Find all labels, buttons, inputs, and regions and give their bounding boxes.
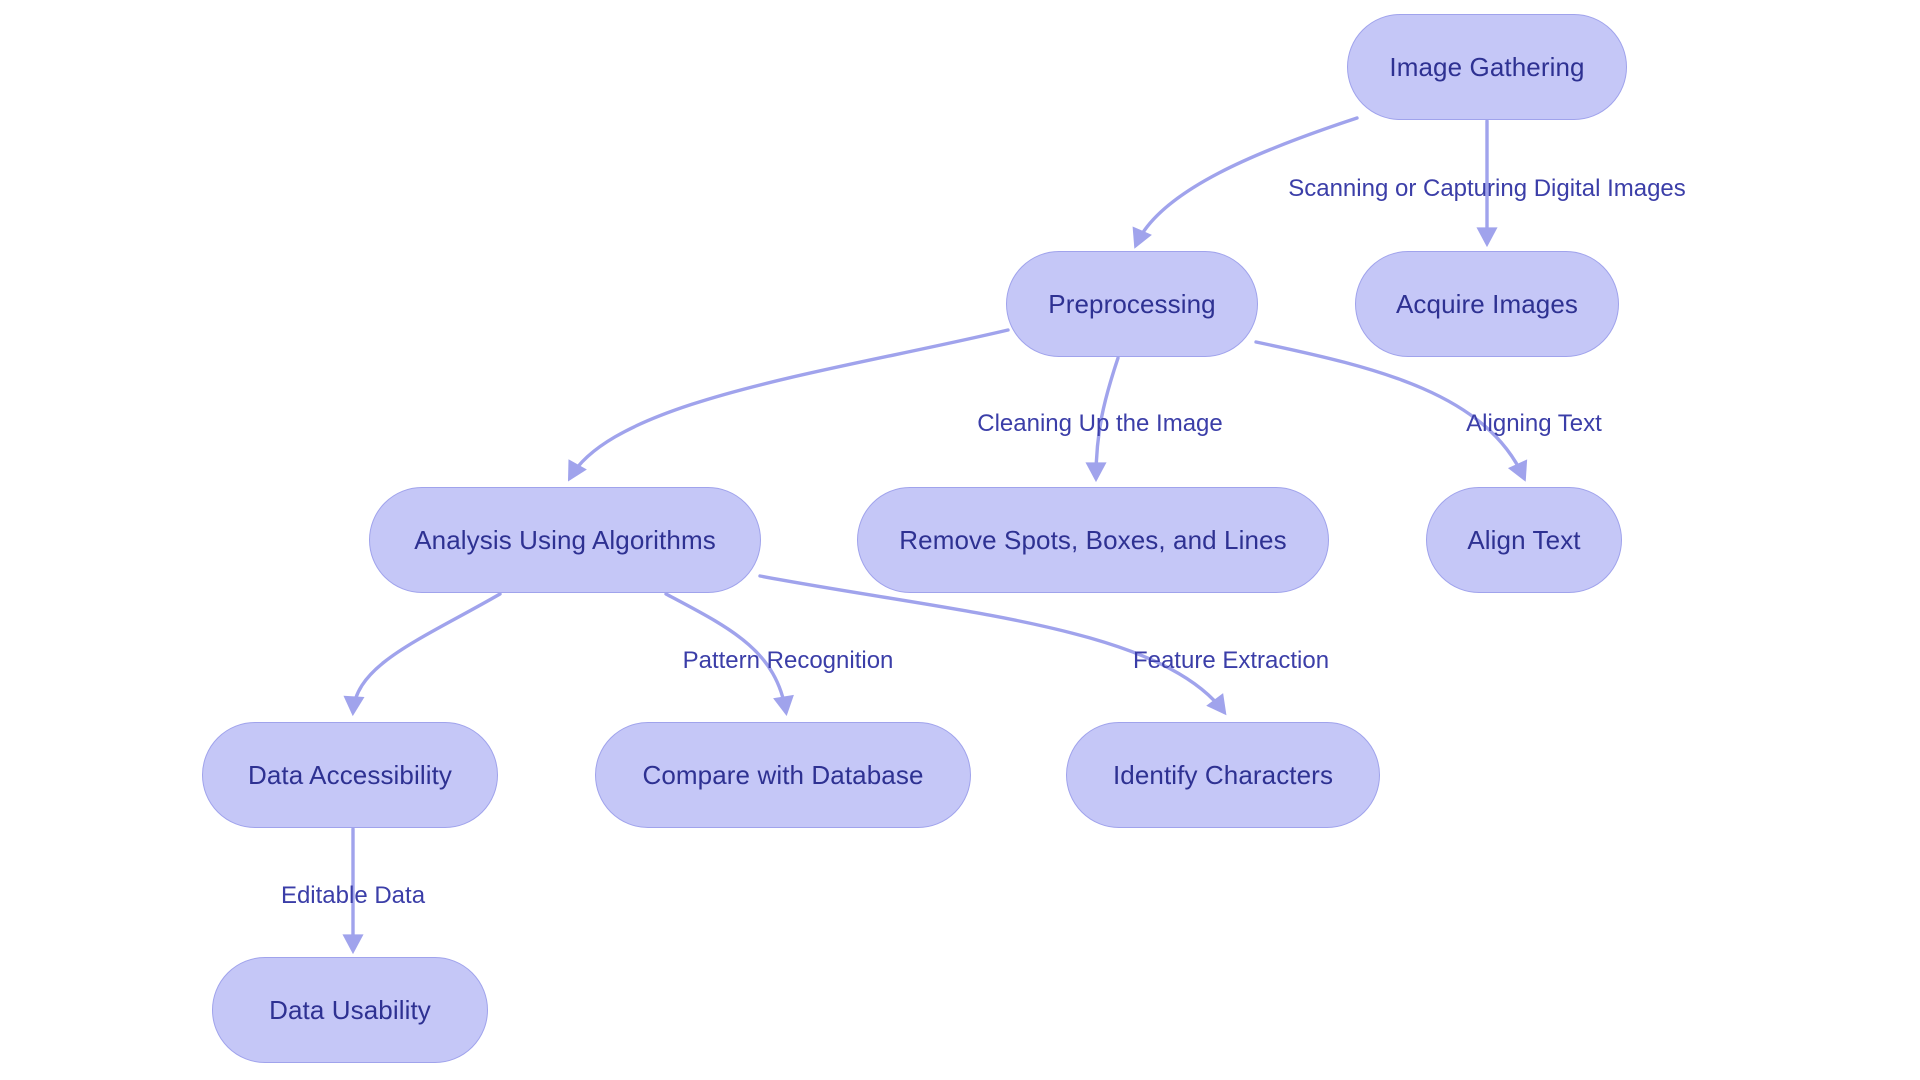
node-label: Preprocessing [1048, 289, 1216, 319]
edge-label-image-gathering-acquire-images: Scanning or Capturing Digital Images [1288, 175, 1686, 202]
node-label: Analysis Using Algorithms [414, 525, 716, 555]
node-analysis-algorithms[interactable]: Analysis Using Algorithms [369, 487, 761, 593]
node-compare-database[interactable]: Compare with Database [595, 722, 971, 828]
node-label: Image Gathering [1389, 52, 1585, 82]
node-label: Acquire Images [1395, 289, 1579, 319]
edge-analysis-data-accessibility [343, 592, 502, 717]
node-preprocessing[interactable]: Preprocessing [1006, 251, 1258, 357]
node-data-accessibility[interactable]: Data Accessibility [202, 722, 498, 828]
node-label: Identify Characters [1112, 760, 1334, 790]
node-align-text[interactable]: Align Text [1426, 487, 1622, 593]
node-label: Remove Spots, Boxes, and Lines [899, 525, 1287, 555]
node-identify-characters[interactable]: Identify Characters [1066, 722, 1380, 828]
node-acquire-images[interactable]: Acquire Images [1355, 251, 1619, 357]
edge-preprocessing-analysis [567, 328, 1010, 482]
node-remove-spots[interactable]: Remove Spots, Boxes, and Lines [857, 487, 1329, 593]
node-data-usability[interactable]: Data Usability [212, 957, 488, 1063]
edge-label-analysis-identify-characters: Feature Extraction [1132, 647, 1330, 674]
node-label: Data Usability [269, 995, 431, 1025]
node-label: Align Text [1467, 525, 1581, 555]
edge-label-data-accessibility-data-usability: Editable Data [280, 882, 426, 909]
node-label: Compare with Database [642, 760, 924, 790]
node-label: Data Accessibility [247, 760, 453, 790]
flowchart-canvas: Scanning or Capturing Digital Images Clea… [0, 0, 1920, 1080]
edge-label-preprocessing-align-text: Aligning Text [1466, 410, 1602, 437]
edge-label-analysis-compare-database: Pattern Recognition [682, 647, 894, 674]
edge-label-preprocessing-remove-spots: Cleaning Up the Image [977, 410, 1223, 437]
node-image-gathering[interactable]: Image Gathering [1347, 14, 1627, 120]
edge-analysis-identify-characters [758, 574, 1227, 716]
